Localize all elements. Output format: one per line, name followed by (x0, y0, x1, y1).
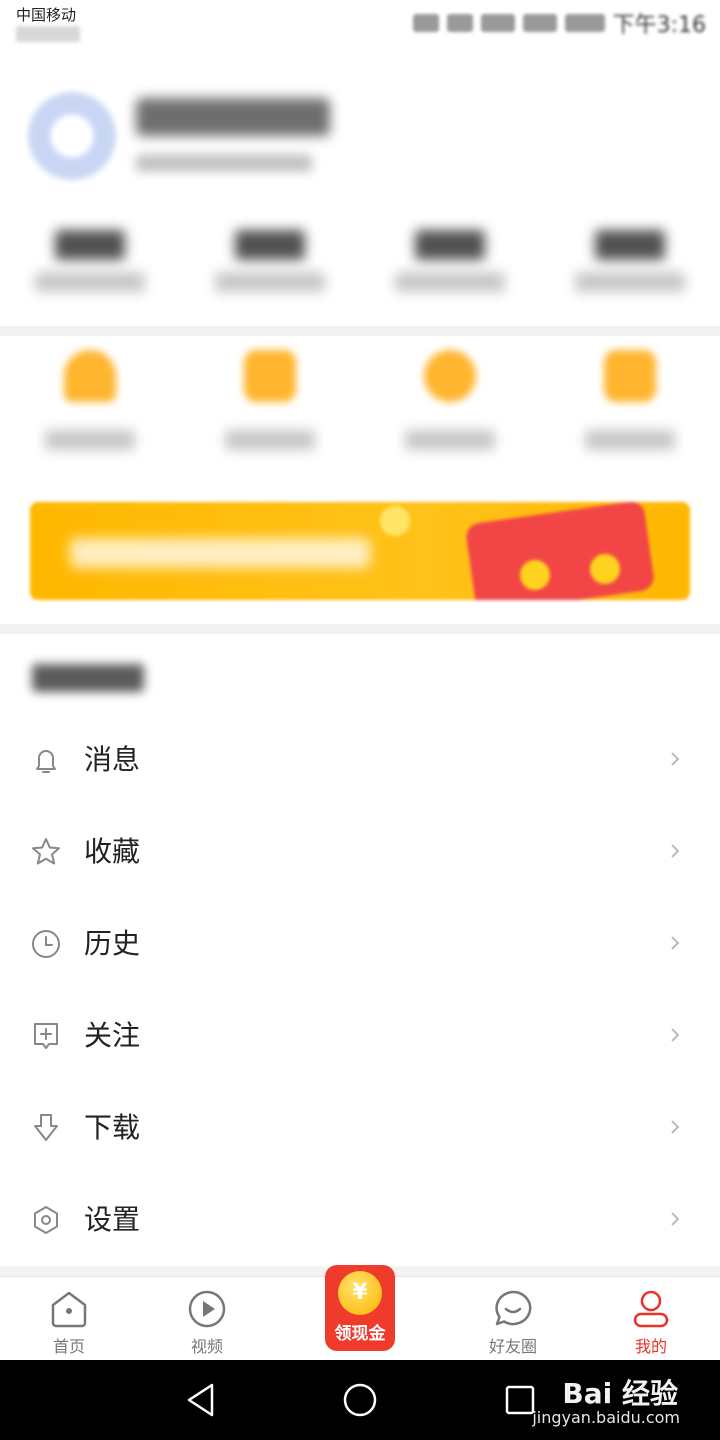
shortcut-item[interactable] (180, 350, 360, 460)
bottom-nav: 首页 视频 ¥ 领现金 好友圈 我的 (0, 1265, 720, 1360)
back-icon[interactable] (184, 1382, 218, 1418)
wifi-icon (446, 14, 473, 32)
home-button-icon[interactable] (342, 1382, 378, 1418)
shortcut-item[interactable] (360, 350, 540, 460)
home-icon (51, 1291, 87, 1328)
carrier-name: 中国移动 (16, 6, 77, 24)
nav-tab-video[interactable]: 视频 (138, 1277, 276, 1360)
watermark-url: jingyan.baidu.com (532, 1408, 680, 1427)
username-blurred (136, 98, 330, 136)
menu-label: 设置 (84, 1203, 141, 1236)
section-title-blurred (32, 664, 144, 692)
menu-item-downloads[interactable]: 下载 (0, 1082, 720, 1174)
clock-icon (32, 930, 60, 958)
nav-tab-cash[interactable]: ¥ 领现金 (276, 1265, 444, 1360)
bell-icon (36, 750, 56, 773)
coin-decoration (520, 560, 550, 590)
yuan-coin-icon: ¥ (338, 1271, 382, 1315)
nav-tab-home[interactable]: 首页 (0, 1277, 138, 1360)
download-icon (34, 1114, 58, 1141)
signal-4g-icon (480, 14, 515, 32)
play-icon (188, 1290, 226, 1328)
status-bar: 中国移动 下午3:16 (0, 0, 720, 48)
menu-label: 消息 (84, 743, 141, 776)
system-nav-bar: Bai 经验 jingyan.baidu.com (0, 1360, 720, 1440)
status-icons: 下午3:16 (412, 6, 706, 40)
watermark-brand: Bai 经验 (562, 1377, 678, 1410)
nav-label: 视频 (190, 1337, 223, 1356)
shortcut-item[interactable] (0, 350, 180, 460)
menu-item-settings[interactable]: 设置 (0, 1174, 720, 1266)
cash-button[interactable]: ¥ 领现金 (325, 1265, 395, 1351)
status-time: 下午3:16 (612, 13, 706, 38)
menu-item-history[interactable]: 历史 (0, 898, 720, 990)
stat-item[interactable] (180, 226, 360, 302)
chat-bubble-icon (495, 1290, 532, 1326)
menu-label: 关注 (84, 1019, 141, 1052)
nav-label: 我的 (634, 1337, 667, 1356)
battery-icon (564, 14, 605, 32)
nav-tab-friends[interactable]: 好友圈 (444, 1277, 582, 1360)
stat-item[interactable] (540, 226, 720, 302)
eye-icon (412, 14, 439, 32)
stat-item[interactable] (360, 226, 540, 302)
section-divider (0, 326, 720, 336)
avatar[interactable] (28, 92, 116, 180)
chevron-right-icon (671, 844, 680, 858)
settings-icon (34, 1206, 58, 1234)
nav-label: 好友圈 (488, 1337, 537, 1356)
menu-item-favorites[interactable]: 收藏 (0, 806, 720, 898)
carrier-subtext-blurred (16, 26, 80, 42)
banner-text-blurred (70, 538, 370, 568)
chevron-right-icon (671, 1212, 680, 1226)
stats-row (0, 226, 720, 302)
signal-2g-icon (522, 14, 557, 32)
user-icon (633, 1290, 669, 1328)
nav-label: 首页 (52, 1337, 85, 1356)
user-id-blurred (136, 154, 312, 172)
menu-item-following[interactable]: 关注 (0, 990, 720, 1082)
nav-tab-me[interactable]: 我的 (582, 1277, 720, 1360)
section-divider (0, 624, 720, 634)
shortcut-item[interactable] (540, 350, 720, 460)
coin-decoration (380, 506, 410, 536)
stat-item[interactable] (0, 226, 180, 302)
promo-banner[interactable] (30, 502, 690, 600)
chevron-right-icon (671, 752, 680, 766)
red-envelope-graphic (464, 502, 656, 600)
menu-label: 历史 (84, 927, 141, 960)
chevron-right-icon (671, 1120, 680, 1134)
add-follow-icon (34, 1023, 58, 1049)
shortcut-row (0, 350, 720, 460)
menu-label: 下载 (84, 1111, 141, 1144)
menu-label: 收藏 (84, 835, 141, 868)
coin-decoration (590, 554, 620, 584)
chevron-right-icon (671, 936, 680, 950)
chevron-right-icon (671, 1028, 680, 1042)
menu-item-messages[interactable]: 消息 (0, 714, 720, 806)
profile-header[interactable] (0, 80, 720, 200)
cash-label: 领现金 (334, 1324, 386, 1344)
star-icon (32, 838, 60, 865)
function-menu: 消息 收藏 历史 关注 下载 设置 (0, 714, 720, 1266)
